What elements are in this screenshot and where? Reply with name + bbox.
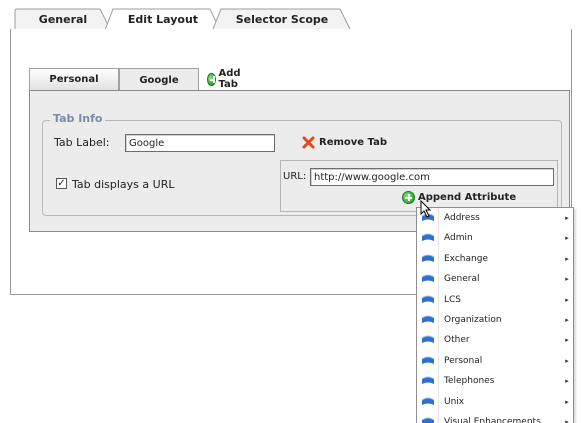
tab-info-legend: Tab Info [50,112,106,125]
attribute-category-icon [417,356,439,366]
remove-icon [302,136,315,149]
mouse-cursor-icon [420,200,432,218]
menu-item[interactable]: Admin ▸ [417,228,573,248]
attribute-category-icon [417,233,439,243]
tab-edit-layout[interactable]: Edit Layout [104,8,222,31]
main-tab-strip: General Edit Layout Selector Scope [14,8,570,31]
menu-item[interactable]: Personal ▸ [417,351,573,371]
attribute-category-icon [417,254,439,264]
tab-google-label: Google [139,74,179,86]
url-caption: URL: [283,171,307,182]
menu-item[interactable]: Telephones ▸ [417,371,573,391]
menu-item-label: Address [444,213,480,223]
menu-item[interactable]: General ▸ [417,269,573,289]
tab-edit-layout-label: Edit Layout [127,12,199,26]
menu-item[interactable]: LCS ▸ [417,290,573,310]
menu-item-label: Admin [444,233,473,244]
submenu-arrow-icon: ▸ [565,214,569,222]
remove-tab-button[interactable]: Remove Tab [302,136,387,149]
add-icon [402,191,415,204]
attribute-category-icon [417,417,439,423]
tab-google[interactable]: Google [119,68,199,91]
tab-label-caption: Tab Label: [54,136,110,149]
add-icon [207,72,216,86]
submenu-arrow-icon: ▸ [565,397,569,406]
attribute-category-menu: Address ▸ Admin ▸ Exchange ▸ General ▸ LCS ▸ Organ… [416,207,574,423]
tab-selector-scope-label: Selector Scope [235,12,329,26]
submenu-arrow-icon: ▸ [565,316,569,324]
menu-item[interactable]: Organization ▸ [417,310,573,330]
tab-selector-scope[interactable]: Selector Scope [212,8,352,30]
attribute-category-icon [417,376,439,386]
submenu-arrow-icon: ▸ [565,295,569,304]
menu-item-label: Personal [444,355,483,366]
menu-item-label: Exchange [444,253,488,264]
menu-item[interactable]: Visual Enhancements ▸ [417,412,573,423]
remove-tab-label: Remove Tab [319,137,387,148]
url-checkbox-label: Tab displays a URL [72,178,175,191]
submenu-arrow-icon: ▸ [565,377,569,386]
tab-personal-label: Personal [49,74,99,85]
append-attribute-label: Append Attribute [418,192,517,203]
menu-item-label: Organization [444,315,502,325]
attribute-category-icon [417,397,439,407]
submenu-arrow-icon: ▸ [565,418,569,423]
menu-item-label: LCS [444,294,462,305]
tab-general[interactable]: General [14,8,112,30]
submenu-arrow-icon: ▸ [565,275,569,284]
menu-item-label: Other [444,335,470,346]
menu-item-label: Visual Enhancements [444,417,541,423]
menu-item[interactable]: Unix ▸ [417,392,573,412]
attribute-category-icon [417,295,439,305]
menu-item-label: General [444,274,480,285]
url-input[interactable] [310,168,554,186]
tab-personal[interactable]: Personal [29,68,119,90]
menu-item-label: Unix [444,396,465,407]
attribute-category-icon [417,335,439,345]
menu-item[interactable]: Other ▸ [417,330,573,350]
add-tab-label: Add Tab [218,68,241,90]
submenu-arrow-icon: ▸ [565,234,569,243]
url-checkbox[interactable]: ✓ [56,178,67,189]
submenu-arrow-icon: ▸ [565,254,569,263]
menu-item[interactable]: Address ▸ [417,208,573,228]
add-tab-button[interactable]: Add Tab [207,68,245,90]
submenu-arrow-icon: ▸ [565,356,569,365]
menu-item[interactable]: Exchange ▸ [417,249,573,269]
attribute-category-icon [417,315,439,325]
tab-label-input[interactable] [125,134,275,152]
tab-general-label: General [38,12,88,26]
attribute-category-icon [417,274,439,284]
menu-item-label: Telephones [444,376,495,387]
submenu-arrow-icon: ▸ [565,336,569,345]
